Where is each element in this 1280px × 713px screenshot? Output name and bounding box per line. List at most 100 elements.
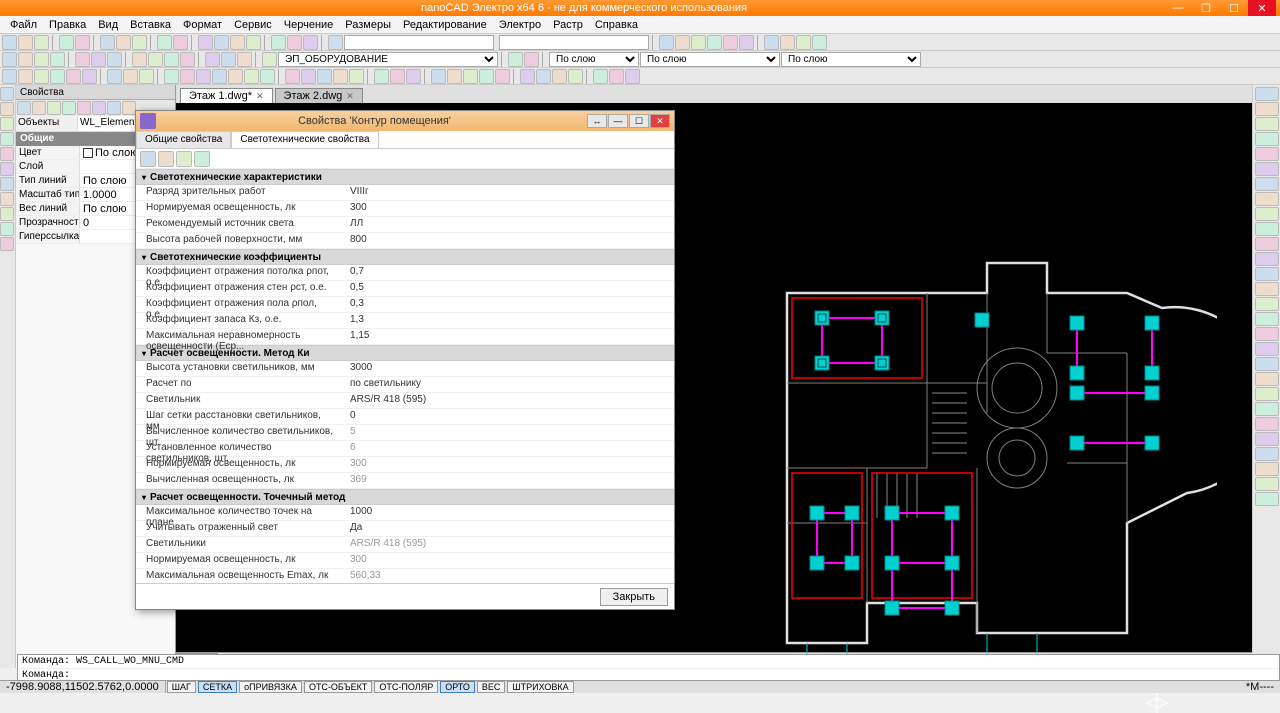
dialog-prop-row[interactable]: Разряд зрительных работVIIIг <box>136 185 674 201</box>
rv-tool-12-icon[interactable] <box>1255 252 1279 266</box>
dlg-tool-collapse-icon[interactable] <box>158 151 174 167</box>
menu-вставка[interactable]: Вставка <box>124 18 177 32</box>
dialog-tab[interactable]: Светотехнические свойства <box>231 131 378 148</box>
dialog-close-btn[interactable]: Закрыть <box>600 588 668 606</box>
dialog-prop-row[interactable]: Учитывать отраженный светДа <box>136 521 674 537</box>
dialog-prop-row[interactable]: Коэффициент отражения стен ρст, о.е.0,5 <box>136 281 674 297</box>
command-search-input[interactable] <box>344 35 494 50</box>
prop-tool-7-icon[interactable] <box>107 101 121 115</box>
tool-b-icon[interactable] <box>675 35 690 50</box>
lv-tool-8-icon[interactable] <box>0 192 14 206</box>
rv-tool-26-icon[interactable] <box>1255 462 1279 476</box>
close-tab-icon[interactable]: ✕ <box>256 91 264 102</box>
rv-tool-5-icon[interactable] <box>1255 147 1279 161</box>
dialog-prop-value[interactable]: ЛЛ <box>346 217 674 232</box>
tool-a-icon[interactable] <box>659 35 674 50</box>
tool-copy-icon[interactable] <box>116 35 131 50</box>
dlg-tool-export-icon[interactable] <box>194 151 210 167</box>
menu-редактирование[interactable]: Редактирование <box>397 18 493 32</box>
tool-zoomext-icon[interactable] <box>246 35 261 50</box>
mod-mirror-icon[interactable] <box>228 69 243 84</box>
status-toggle-ОТС-ОБЪЕКТ[interactable]: ОТС-ОБЪЕКТ <box>304 681 372 693</box>
dialog-prop-row[interactable]: Рекомендуемый источник светаЛЛ <box>136 217 674 233</box>
status-toggle-СЕТКА[interactable]: СЕТКА <box>198 681 237 693</box>
status-toggle-ОТС-ПОЛЯР[interactable]: ОТС-ПОЛЯР <box>374 681 438 693</box>
draw-circle-icon[interactable] <box>34 69 49 84</box>
tool-open-icon[interactable] <box>18 35 33 50</box>
electro-tool-3-icon[interactable] <box>34 52 49 67</box>
dialog-prop-row[interactable]: Вычисленное количество светильников, шт.… <box>136 425 674 441</box>
dialog-category[interactable]: Светотехнические коэффициенты <box>136 249 674 265</box>
lv-tool-6-icon[interactable] <box>0 162 14 176</box>
lv-tool-9-icon[interactable] <box>0 207 14 221</box>
rv-tool-3-icon[interactable] <box>1255 117 1279 131</box>
mod-stretch-icon[interactable] <box>406 69 421 84</box>
menu-растр[interactable]: Растр <box>547 18 589 32</box>
layer-prev-icon[interactable] <box>524 52 539 67</box>
dialog-prop-value[interactable]: 800 <box>346 233 674 248</box>
draw-arc-icon[interactable] <box>50 69 65 84</box>
dialog-prop-value[interactable]: 1,3 <box>346 313 674 328</box>
status-toggle-оПРИВЯЗКА[interactable]: оПРИВЯЗКА <box>239 681 302 693</box>
maximize-button[interactable]: ☐ <box>1220 0 1248 16</box>
electro-tool-1-icon[interactable] <box>2 52 17 67</box>
menu-файл[interactable]: Файл <box>4 18 43 32</box>
electro-tool-6-icon[interactable] <box>91 52 106 67</box>
tool-paste-icon[interactable] <box>132 35 147 50</box>
status-toggle-ШТРИХОВКА[interactable]: ШТРИХОВКА <box>507 681 573 693</box>
dialog-prop-row[interactable]: Нормируемая освещенность, лк300 <box>136 457 674 473</box>
prop-tool-8-icon[interactable] <box>122 101 136 115</box>
electro-tool-2-icon[interactable] <box>18 52 33 67</box>
electro-tool-10-icon[interactable] <box>164 52 179 67</box>
electro-tool-4-icon[interactable] <box>50 52 65 67</box>
mod-explode-icon[interactable] <box>374 69 389 84</box>
menu-справка[interactable]: Справка <box>589 18 644 32</box>
tool-cut-icon[interactable] <box>100 35 115 50</box>
dialog-prop-row[interactable]: Максимальная неравномерность освещенност… <box>136 329 674 345</box>
lv-tool-3-icon[interactable] <box>0 117 14 131</box>
dialog-prop-value[interactable]: Да <box>346 521 674 536</box>
dialog-titlebar[interactable]: Свойства 'Контур помещения' ↔ — ☐ ✕ <box>136 111 674 131</box>
tool-undo-icon[interactable] <box>157 35 172 50</box>
dialog-body[interactable]: Светотехнические характеристикиРазряд зр… <box>136 169 674 583</box>
electro-tool-9-icon[interactable] <box>148 52 163 67</box>
dialog-prop-row[interactable]: СветильникARS/R 418 (595) <box>136 393 674 409</box>
tool-help-icon[interactable] <box>328 35 343 50</box>
draw-spline-icon[interactable] <box>123 69 138 84</box>
dialog-prop-value[interactable]: 0,7 <box>346 265 674 280</box>
dialog-maximize-button[interactable]: ☐ <box>629 114 649 128</box>
linetype-combo[interactable]: По слою <box>640 52 780 67</box>
tool-redo-icon[interactable] <box>173 35 188 50</box>
menu-сервис[interactable]: Сервис <box>228 18 278 32</box>
mod-fillet-icon[interactable] <box>317 69 332 84</box>
rv-tool-8-icon[interactable] <box>1255 192 1279 206</box>
dialog-category[interactable]: Расчет освещенности. Метод Ки <box>136 345 674 361</box>
rv-tool-20-icon[interactable] <box>1255 372 1279 386</box>
lv-tool-7-icon[interactable] <box>0 177 14 191</box>
electro-tool-13-icon[interactable] <box>221 52 236 67</box>
drawing-tab[interactable]: Этаж 2.dwg✕ <box>275 88 363 103</box>
dim-aligned-icon[interactable] <box>447 69 462 84</box>
dlg-tool-refresh-icon[interactable] <box>176 151 192 167</box>
draw-rect-icon[interactable] <box>66 69 81 84</box>
mod-extend-icon[interactable] <box>301 69 316 84</box>
rv-tool-19-icon[interactable] <box>1255 357 1279 371</box>
tool-c-icon[interactable] <box>691 35 706 50</box>
grid-icon[interactable] <box>593 69 608 84</box>
dialog-expand-button[interactable]: ↔ <box>587 114 607 128</box>
rv-tool-15-icon[interactable] <box>1255 297 1279 311</box>
layer-mgr-icon[interactable] <box>508 52 523 67</box>
layer-state-icon[interactable] <box>262 52 277 67</box>
draw-pline-icon[interactable] <box>18 69 33 84</box>
rv-tool-23-icon[interactable] <box>1255 417 1279 431</box>
draw-point-icon[interactable] <box>139 69 154 84</box>
dialog-prop-row[interactable]: Нормируемая освещенность, лк300 <box>136 553 674 569</box>
dialog-prop-value[interactable]: 1000 <box>346 505 674 520</box>
dialog-prop-row[interactable]: Нормируемая освещенность, лк300 <box>136 201 674 217</box>
dialog-prop-row[interactable]: СветильникиARS/R 418 (595) <box>136 537 674 553</box>
tool-new-icon[interactable] <box>2 35 17 50</box>
dialog-prop-value[interactable]: 3000 <box>346 361 674 376</box>
dim-linear-icon[interactable] <box>431 69 446 84</box>
ortho-icon[interactable] <box>625 69 640 84</box>
prop-tool-1-icon[interactable] <box>17 101 31 115</box>
